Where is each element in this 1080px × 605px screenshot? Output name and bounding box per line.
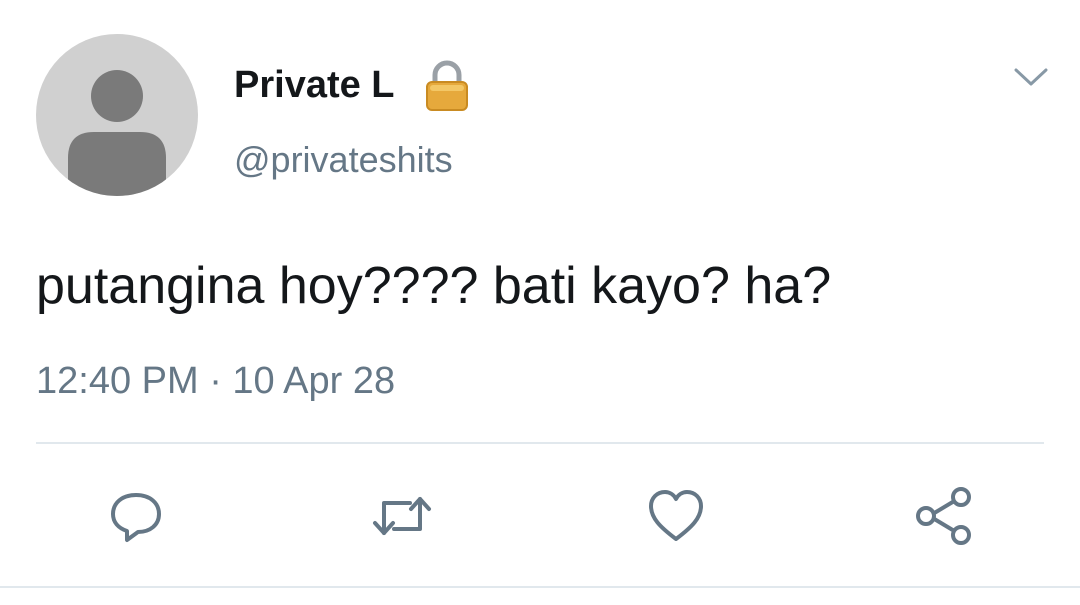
share-icon <box>916 487 971 545</box>
reply-icon <box>111 493 161 542</box>
lock-icon <box>426 60 468 111</box>
bottom-divider <box>0 586 1080 588</box>
tweet-timestamp[interactable]: 12:40 PM · 10 Apr 28 <box>36 358 395 404</box>
chevron-down-icon <box>1014 68 1048 86</box>
avatar[interactable] <box>36 34 198 196</box>
like-button[interactable] <box>644 484 708 548</box>
display-name[interactable]: Private L <box>234 62 395 108</box>
user-handle[interactable]: @privateshits <box>234 138 453 182</box>
reply-button[interactable] <box>104 484 168 548</box>
retweet-button[interactable] <box>370 484 434 548</box>
retweet-icon <box>373 497 431 535</box>
default-avatar-icon <box>68 70 166 196</box>
tweet-text: putangina hoy???? bati kayo? ha? <box>36 257 832 315</box>
heart-icon <box>649 490 703 541</box>
divider <box>36 442 1044 444</box>
tweet-menu-button[interactable] <box>1012 64 1050 90</box>
share-button[interactable] <box>912 484 976 548</box>
